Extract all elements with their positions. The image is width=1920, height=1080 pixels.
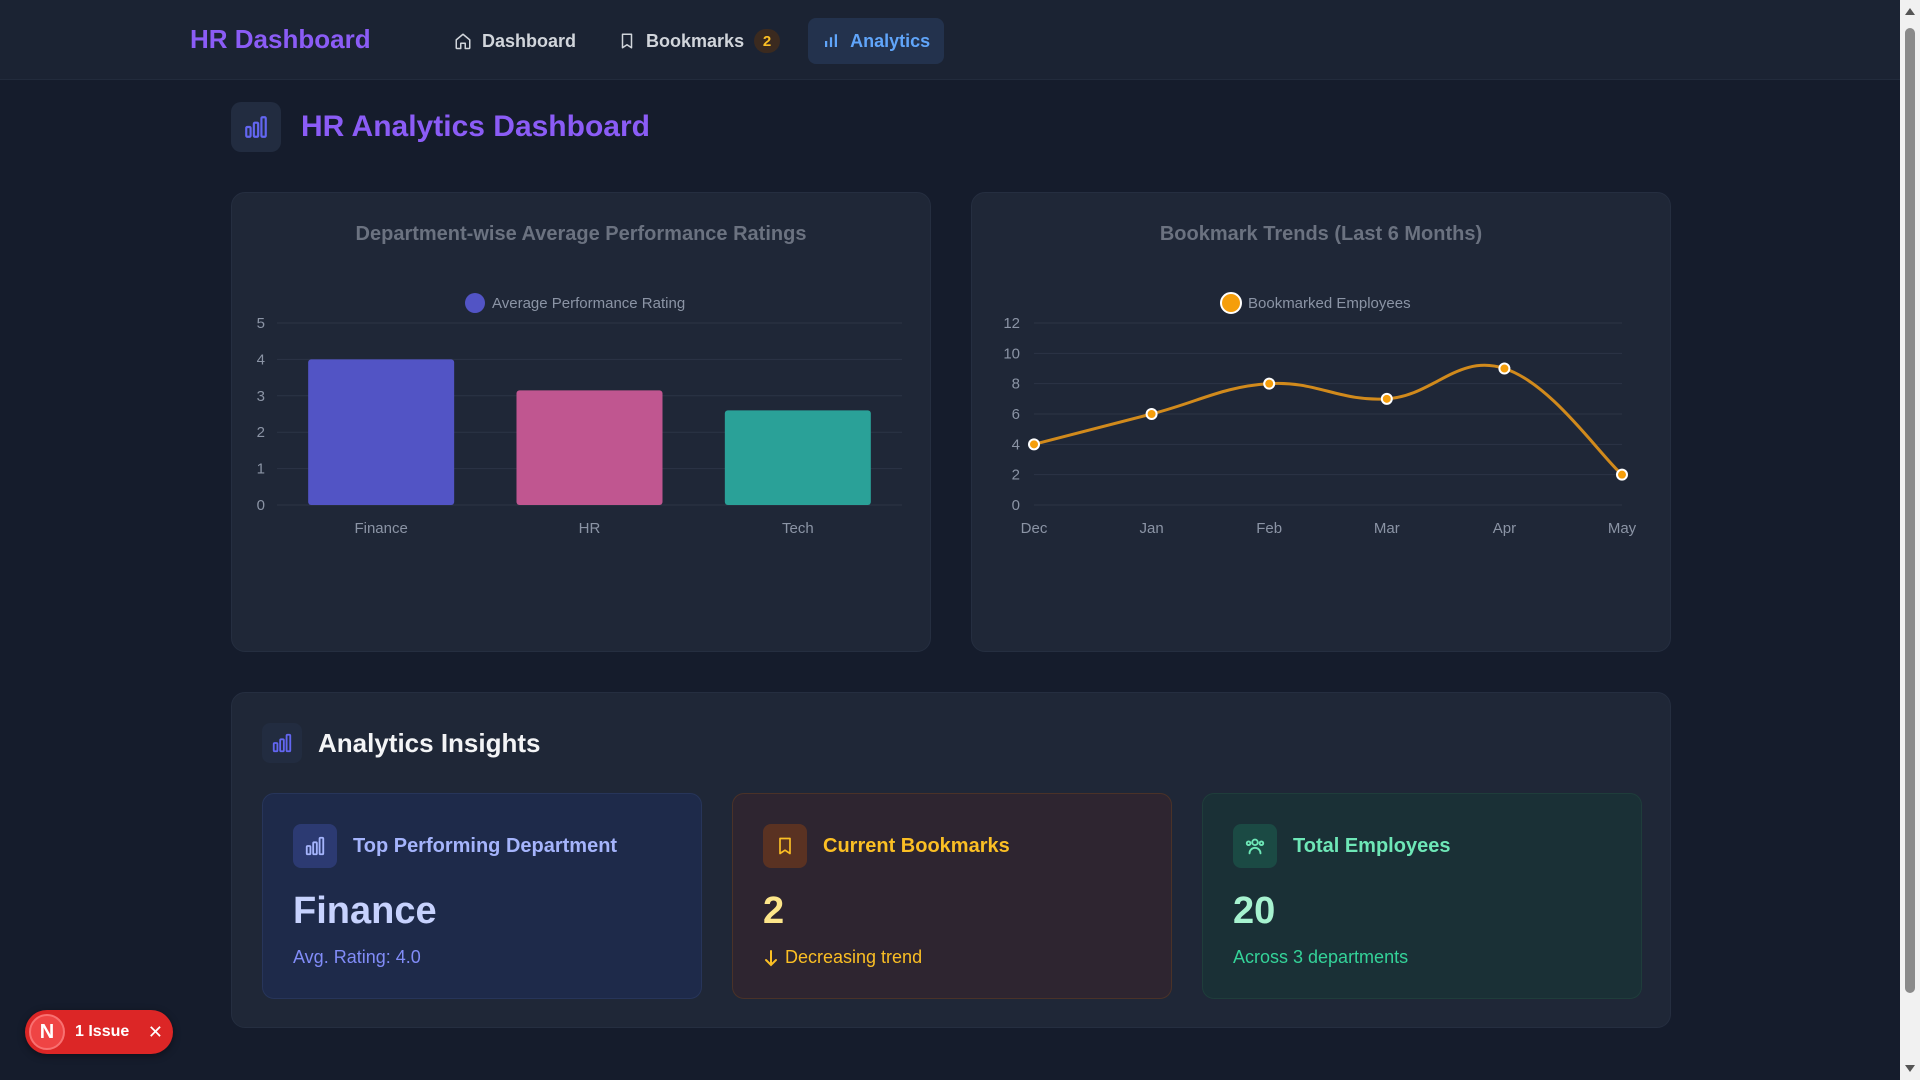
- y-tick-label: 4: [1012, 436, 1020, 453]
- data-point: [1616, 468, 1628, 481]
- performance-bar-chart: 0 1 2 3 4 5 Finance HR Tech Average Performance R…: [257, 293, 902, 537]
- chart-legend: Bookmarked Employees: [1220, 292, 1411, 314]
- stat-sub: Avg. Rating: 4.0: [293, 947, 671, 968]
- y-tick-label: 1: [257, 461, 265, 478]
- bar-chart-icon: [293, 824, 337, 868]
- y-tick-label: 3: [257, 388, 265, 405]
- nav-bookmarks[interactable]: Bookmarks 2: [604, 18, 794, 64]
- close-icon[interactable]: ✕: [148, 1022, 163, 1043]
- stat-label: Current Bookmarks: [823, 834, 1010, 857]
- y-tick-label: 8: [1012, 376, 1020, 393]
- x-tick-label: Jan: [1140, 520, 1164, 537]
- legend-swatch: [1220, 292, 1242, 314]
- issue-badge[interactable]: N 1 Issue ✕: [25, 1010, 173, 1054]
- bookmark-trends-card: Bookmark Trends (Last 6 Months) 0 2 4 6 8 10 1…: [971, 192, 1671, 652]
- analytics-insights-section: Analytics Insights Top Performing Depart…: [231, 692, 1671, 1028]
- stat-value: 20: [1233, 890, 1276, 932]
- page-title: HR Analytics Dashboard: [301, 110, 650, 143]
- main-nav: Dashboard Bookmarks 2 Analytics: [440, 18, 945, 64]
- x-tick-label: Feb: [1256, 520, 1282, 537]
- current-bookmarks-card: Current Bookmarks 2 Decreasing trend: [732, 793, 1172, 999]
- y-tick-label: 4: [257, 351, 265, 368]
- top-navbar: HR Dashboard Dashboard Bookmarks 2 Analy…: [0, 0, 1900, 80]
- y-tick-label: 2: [257, 424, 265, 441]
- y-tick-label: 6: [1012, 406, 1020, 423]
- y-tick-label: 0: [1012, 497, 1020, 514]
- analytics-icon: [231, 102, 281, 152]
- stat-sub-text: Decreasing trend: [785, 947, 923, 967]
- bookmark-icon: [621, 33, 633, 49]
- users-icon: [1233, 824, 1277, 868]
- bar-hr: [516, 390, 663, 505]
- bar-chart-icon: [825, 34, 838, 47]
- bookmark-icon: [763, 824, 807, 868]
- stat-sub-text: Avg. Rating: 4.0: [293, 947, 421, 967]
- y-tick-label: 0: [257, 497, 265, 514]
- arrow-down-icon: [765, 949, 777, 966]
- x-tick-label: Mar: [1374, 520, 1400, 537]
- x-tick-label: Tech: [782, 520, 814, 537]
- y-tick-label: 12: [1003, 315, 1020, 332]
- analytics-icon: [262, 723, 302, 763]
- stat-label: Top Performing Department: [353, 834, 618, 857]
- page-header: HR Analytics Dashboard: [231, 102, 650, 152]
- nav-dashboard[interactable]: Dashboard: [440, 18, 590, 64]
- scrollbar[interactable]: [1900, 0, 1920, 1080]
- performance-chart-card: Department-wise Average Performance Rati…: [231, 192, 931, 652]
- nav-analytics-label: Analytics: [850, 30, 931, 51]
- stat-label: Total Employees: [1293, 834, 1451, 857]
- legend-swatch: [465, 293, 485, 313]
- nav-bookmarks-label: Bookmarks: [646, 30, 745, 51]
- bookmark-line-chart: 0 2 4 6 8 10 12 Dec Jan Feb Mar Apr May Bookmarked Em…: [1003, 292, 1637, 537]
- scrollbar-thumb[interactable]: [1905, 28, 1915, 993]
- stat-sub: Across 3 departments: [1233, 947, 1611, 968]
- x-tick-label: May: [1608, 520, 1637, 537]
- x-tick-label: HR: [579, 520, 601, 537]
- bar-tech: [724, 410, 871, 505]
- chart-legend: Average Performance Rating: [465, 293, 685, 313]
- x-tick-label: Dec: [1021, 520, 1048, 537]
- issue-count: 1 Issue: [75, 1023, 130, 1040]
- home-icon: [455, 33, 471, 50]
- nav-analytics[interactable]: Analytics: [808, 18, 945, 64]
- scroll-down-icon[interactable]: [1905, 1065, 1915, 1072]
- stat-value: 2: [763, 890, 785, 932]
- bookmarks-count-badge: 2: [754, 29, 781, 53]
- data-point: [1498, 362, 1511, 375]
- y-tick-label: 10: [1003, 345, 1020, 362]
- nav-dashboard-label: Dashboard: [482, 30, 577, 51]
- stat-value: Finance: [293, 890, 437, 932]
- data-point: [1380, 392, 1393, 405]
- stat-sub: Decreasing trend: [763, 947, 1141, 968]
- x-tick-label: Finance: [354, 520, 407, 537]
- nextjs-logo-icon: N: [29, 1014, 65, 1050]
- x-tick-label: Apr: [1493, 520, 1516, 537]
- legend-label: Bookmarked Employees: [1248, 295, 1411, 312]
- stat-sub-text: Across 3 departments: [1233, 947, 1409, 967]
- data-point: [1028, 438, 1040, 451]
- total-employees-card: Total Employees 20 Across 3 departments: [1202, 793, 1642, 999]
- y-tick-label: 2: [1012, 467, 1020, 484]
- series-line: [1033, 363, 1624, 476]
- data-point: [1263, 377, 1276, 390]
- insights-title: Analytics Insights: [318, 727, 541, 758]
- insights-header: Analytics Insights: [262, 723, 541, 763]
- y-tick-label: 5: [257, 315, 265, 332]
- bar-finance: [308, 359, 455, 505]
- data-point: [1145, 408, 1158, 420]
- top-department-card: Top Performing Department Finance Avg. R…: [262, 793, 702, 999]
- legend-label: Average Performance Rating: [492, 295, 685, 312]
- brand-title[interactable]: HR Dashboard: [190, 24, 371, 55]
- scroll-up-icon[interactable]: [1905, 8, 1915, 15]
